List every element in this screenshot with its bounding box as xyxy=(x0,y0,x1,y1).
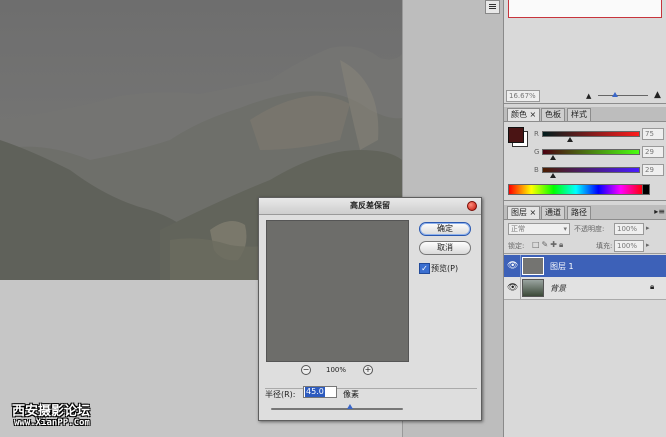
radius-value: 45.0 xyxy=(305,387,325,397)
blend-mode-select[interactable]: 正常 ▾ xyxy=(508,223,570,235)
layer-thumbnail xyxy=(522,257,544,275)
layers-panel: 图层 × 通道 路径 ▸≡ 正常 ▾ 不透明度: 100% ▸ 锁定: □✎✚🔒… xyxy=(504,205,666,437)
watermark-title: 西安摄影论坛 xyxy=(12,404,91,419)
chevron-down-icon: ▾ xyxy=(563,225,567,233)
navigator-zoom-thumb[interactable] xyxy=(612,92,618,97)
divider xyxy=(520,255,521,277)
tab-layers[interactable]: 图层 × xyxy=(507,206,541,219)
lock-label: 锁定: xyxy=(508,242,525,250)
zoom-out-mountain-icon[interactable]: ▲ xyxy=(586,92,591,100)
navigator-thumbnail[interactable] xyxy=(508,0,662,18)
channel-value-g[interactable]: 29 xyxy=(642,146,664,158)
ok-button[interactable]: 确定 xyxy=(419,222,471,236)
channel-thumb-g[interactable] xyxy=(549,155,556,160)
divider xyxy=(520,277,521,299)
radius-label: 半径(R): xyxy=(265,390,296,399)
lock-icons[interactable]: □✎✚🔒︎ xyxy=(532,240,565,250)
layer-name: 背景 xyxy=(550,284,566,293)
layers-panel-menu-icon[interactable]: ▸≡ xyxy=(654,207,665,216)
watermark-url: www.XianPP.Com xyxy=(14,418,90,428)
channel-label-b: B xyxy=(534,166,539,174)
tab-layers-label: 图层 xyxy=(511,208,527,217)
color-panel: 颜色 × 色板 样式 R 75 G 29 B 29 xyxy=(504,107,666,201)
blend-mode-value: 正常 xyxy=(511,225,525,233)
channel-value-r[interactable]: 75 xyxy=(642,128,664,140)
tab-channels[interactable]: 通道 xyxy=(541,206,565,219)
tab-styles[interactable]: 样式 xyxy=(567,108,591,121)
layer-thumbnail xyxy=(522,279,544,297)
opacity-label: 不透明度: xyxy=(574,225,605,233)
black-swatch[interactable] xyxy=(642,184,650,195)
radius-input[interactable]: 45.0 xyxy=(303,386,337,398)
layer-name: 图层 1 xyxy=(550,262,574,271)
preview-label: 预览(P) xyxy=(431,264,459,273)
tab-color-label: 颜色 xyxy=(511,110,527,119)
navigator-panel: 16.67% ▲ ▲ xyxy=(504,0,666,104)
panel-dock: 16.67% ▲ ▲ 颜色 × 色板 样式 R 75 G 29 B 29 图层 × 通道 … xyxy=(503,0,666,437)
channel-label-g: G xyxy=(534,148,540,156)
fill-label: 填充: xyxy=(596,242,613,250)
radius-unit-label: 像素 xyxy=(343,390,359,399)
channel-value-b[interactable]: 29 xyxy=(642,164,664,176)
channel-slider-b[interactable] xyxy=(542,167,640,173)
radius-slider-thumb[interactable] xyxy=(347,404,354,409)
zoom-in-button[interactable]: + xyxy=(363,365,373,375)
fill-arrow-icon[interactable]: ▸ xyxy=(646,241,650,249)
zoom-in-mountain-icon[interactable]: ▲ xyxy=(654,90,661,100)
tab-swatches[interactable]: 色板 xyxy=(541,108,565,121)
color-panel-tabs: 颜色 × 色板 样式 xyxy=(504,107,666,122)
navigator-zoom-slider[interactable] xyxy=(598,95,648,96)
tab-color[interactable]: 颜色 × xyxy=(507,108,541,121)
eye-icon[interactable]: 👁︎ xyxy=(507,261,518,271)
channel-slider-r[interactable] xyxy=(542,131,640,137)
layers-panel-tabs: 图层 × 通道 路径 ▸≡ xyxy=(504,205,666,220)
high-pass-dialog: 高反差保留 确定 取消 ✓ 预览(P) − 100% + 半径(R): 45.0… xyxy=(258,197,482,421)
opacity-field[interactable]: 100% xyxy=(614,223,644,235)
layer-row[interactable]: 👁︎ 背景 🔒︎ xyxy=(504,277,666,300)
divider xyxy=(265,388,477,389)
channel-thumb-b[interactable] xyxy=(549,173,556,178)
cancel-button[interactable]: 取消 xyxy=(419,241,471,255)
channel-slider-g[interactable] xyxy=(542,149,640,155)
zoom-out-button[interactable]: − xyxy=(301,365,311,375)
preview-zoom-value: 100% xyxy=(326,366,347,374)
tab-paths[interactable]: 路径 xyxy=(567,206,591,219)
color-ramp[interactable] xyxy=(508,184,644,195)
eye-icon[interactable]: 👁︎ xyxy=(507,283,518,293)
lock-icon: 🔒︎ xyxy=(650,282,655,291)
filter-preview[interactable] xyxy=(266,220,409,362)
preview-checkbox[interactable]: ✓ xyxy=(419,263,430,274)
dialog-title: 高反差保留 xyxy=(259,198,481,215)
navigator-zoom-field[interactable]: 16.67% xyxy=(506,90,540,102)
foreground-color-swatch[interactable] xyxy=(508,127,524,143)
close-icon[interactable] xyxy=(467,201,477,211)
layer-row[interactable]: 👁︎ 图层 1 xyxy=(504,255,666,277)
radius-slider-track[interactable] xyxy=(271,408,403,410)
channel-thumb-r[interactable] xyxy=(566,137,573,142)
opacity-arrow-icon[interactable]: ▸ xyxy=(646,224,650,232)
fill-field[interactable]: 100% xyxy=(614,240,644,252)
divider xyxy=(504,253,666,254)
panel-menu-icon[interactable] xyxy=(485,0,500,14)
channel-label-r: R xyxy=(534,130,539,138)
